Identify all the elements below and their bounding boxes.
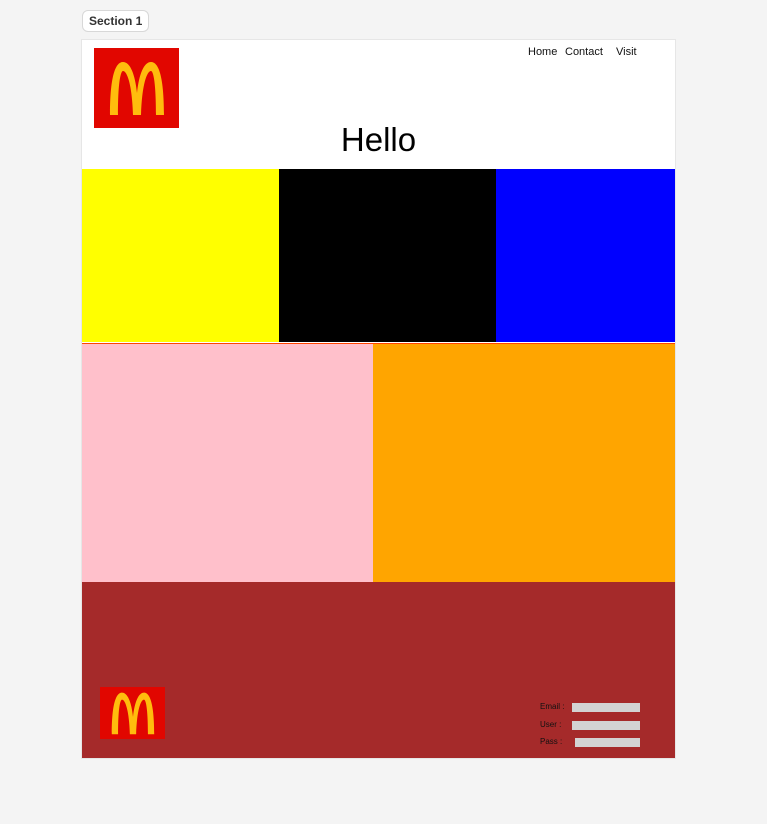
footer: Email : User : Pass : [82, 582, 675, 758]
blue-block [496, 169, 675, 342]
pass-label: Pass : [540, 737, 563, 746]
user-label: User : [540, 720, 562, 729]
section-label[interactable]: Section 1 [82, 10, 150, 32]
user-row: User : [540, 719, 640, 731]
orange-block [373, 344, 675, 582]
pass-row: Pass : [540, 736, 640, 748]
nav-contact-link[interactable]: Contact [565, 46, 603, 58]
footer-logo[interactable] [100, 687, 165, 739]
color-row-top [82, 169, 675, 342]
user-input[interactable] [572, 721, 640, 730]
mcdonalds-arches-icon [111, 692, 154, 735]
pink-block [82, 344, 373, 582]
email-row: Email : [540, 701, 640, 713]
nav-visit-link[interactable]: Visit [616, 46, 637, 58]
mcdonalds-arches-icon [109, 62, 164, 115]
black-block [279, 169, 496, 342]
header-logo[interactable] [94, 48, 179, 128]
page-frame: Home Contact Visit Hello Email : User : … [82, 40, 675, 758]
yellow-block [82, 169, 279, 342]
header: Home Contact Visit Hello [82, 40, 675, 169]
nav-home-link[interactable]: Home [528, 46, 557, 58]
page-heading: Hello [340, 121, 417, 158]
email-input[interactable] [572, 703, 640, 712]
color-row-middle [82, 343, 675, 582]
email-label: Email : [540, 702, 565, 711]
pass-input[interactable] [575, 738, 640, 747]
